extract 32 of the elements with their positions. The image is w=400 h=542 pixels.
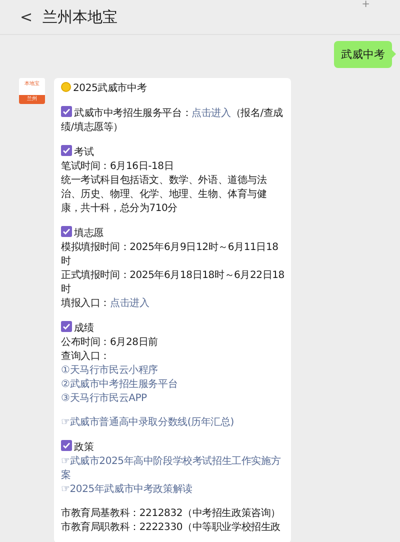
message-text: 填志愿 — [74, 228, 104, 239]
link[interactable]: ☞2025年武威市中考政策解读 — [61, 483, 285, 497]
message-text: 武威市中考招生服务平台：点击进入（报名/查成绩/填志愿等） — [61, 106, 284, 135]
link[interactable]: 点击进入 — [192, 108, 231, 119]
checkbox-icon — [61, 440, 72, 451]
link[interactable]: ③天马行市民云APP — [61, 392, 285, 406]
chat-title: 兰州本地宝 — [42, 8, 118, 26]
message-text: 查询入口： — [61, 350, 112, 364]
message-text: 成绩 — [74, 323, 94, 334]
link[interactable]: 点击进入 — [110, 298, 150, 309]
back-button[interactable]: < — [20, 8, 33, 26]
message-text: 模拟填报时间：2025年6月9日12时～6月11日18时 — [61, 241, 280, 269]
message-text: 正式填报时间：2025年6月18日18时～6月22日18时 — [61, 269, 285, 297]
checkbox-icon — [61, 106, 72, 117]
message-text: 填报入口：点击进入 — [61, 297, 150, 311]
checkbox-icon — [61, 321, 72, 332]
message-text: 统一考试科目包括语文、数学、外语、道德与法治、历史、物理、化学、地理、生物、体育与健康，共十科，总分为710分 — [61, 174, 268, 216]
link[interactable]: ②武威市中考招生服务平台 — [61, 378, 285, 392]
circle-icon — [61, 82, 71, 92]
checkbox-icon — [61, 145, 72, 156]
link[interactable]: ☞武威市普通高中录取分数线(历年汇总) — [61, 416, 285, 430]
message-text: 考试 — [74, 147, 94, 158]
message-text: 市教育局职教科：2222330（中等职业学校招生政 — [61, 521, 282, 535]
link[interactable]: ①天马行市民云小程序 — [61, 364, 285, 378]
message-text: 市教育局基教科：2212832（中考招生政策咨询） — [61, 507, 282, 521]
message-text: 2025武威市中考 — [73, 83, 147, 94]
message-text: 公布时间：6月28日前 — [61, 336, 159, 350]
checkbox-icon — [61, 226, 72, 237]
more-button[interactable]: + — [362, 0, 370, 10]
message-text: 笔试时间：6月16日-18日 — [61, 160, 175, 174]
message-text: 政策 — [74, 442, 94, 453]
link[interactable]: ☞武威市2025年高中阶段学校考试招生工作实施方案 — [61, 455, 285, 483]
